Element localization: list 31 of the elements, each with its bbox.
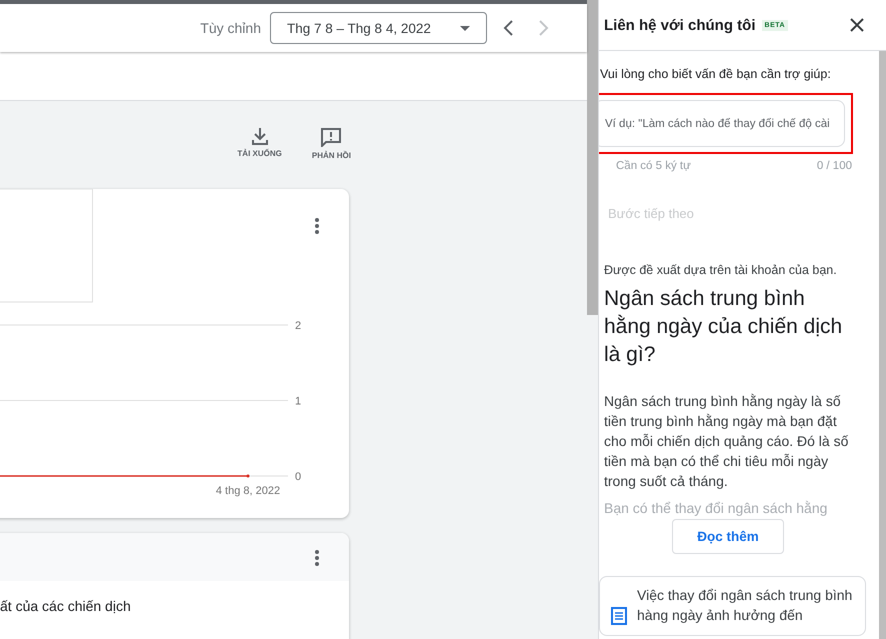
feedback-button[interactable]: PHẢN HỒI bbox=[312, 127, 351, 165]
close-icon[interactable] bbox=[850, 18, 864, 32]
chevron-left-icon[interactable] bbox=[503, 20, 513, 36]
more-icon[interactable] bbox=[314, 549, 320, 567]
related-article-text: Việc thay đổi ngân sách trung bình hàng ngày ảnh hưởng đến bbox=[637, 586, 854, 625]
y-tick-label: 0 bbox=[295, 471, 302, 483]
prompt-text: Vui lòng cho biết vấn đề bạn cần trợ giúp: bbox=[600, 67, 831, 81]
y-tick-label: 2 bbox=[295, 320, 302, 332]
download-button[interactable]: TẢI XUỐNG bbox=[237, 127, 282, 165]
hint-text: Cần có 5 ký tự bbox=[616, 160, 691, 172]
feedback-icon bbox=[320, 127, 342, 147]
table-row-text: ất của các chiến dịch bbox=[0, 597, 132, 614]
scrollbar-thumb[interactable] bbox=[879, 51, 886, 639]
range-label: Tùy chỉnh bbox=[200, 20, 261, 36]
char-counter: 0 / 100 bbox=[816, 160, 852, 172]
scrollbar-thumb[interactable] bbox=[587, 0, 598, 315]
x-axis-label: 4 thg 8, 2022 bbox=[216, 485, 280, 497]
date-range-dropdown[interactable]: Thg 7 8 – Thg 8 4, 2022 bbox=[270, 12, 487, 44]
caret-icon bbox=[460, 26, 470, 30]
document-icon bbox=[611, 607, 627, 625]
article-body: Ngân sách trung bình hằng ngày là số tiền trung bình hằng ngày mà bạn đặt cho mỗi chiến dịch quảng cáo. Đó là số tiền mà bạn có thể chi tiêu mỗi ngày trong suốt cả tháng. bbox=[604, 392, 850, 491]
question-input[interactable]: Ví dụ: "Làm cách nào để thay đổi chế độ cài bbox=[599, 100, 845, 147]
faded-article-text: Bạn có thể thay đổi ngân sách hằng bbox=[604, 499, 828, 517]
article-title: Ngân sách trung bình hằng ngày của chiến dịch là gì? bbox=[604, 286, 844, 368]
related-article-card[interactable]: Việc thay đổi ngân sách trung bình hàng ngày ảnh hưởng đến bbox=[599, 576, 866, 636]
panel-title: Liên hệ với chúng tôi bbox=[604, 16, 756, 34]
more-icon[interactable] bbox=[314, 217, 320, 235]
read-more-button[interactable]: Đọc thêm bbox=[672, 519, 784, 554]
download-icon bbox=[250, 127, 269, 145]
suggestion-note: Được đề xuất dựa trên tài khoản của bạn. bbox=[604, 263, 837, 277]
y-tick-label: 1 bbox=[295, 396, 302, 408]
